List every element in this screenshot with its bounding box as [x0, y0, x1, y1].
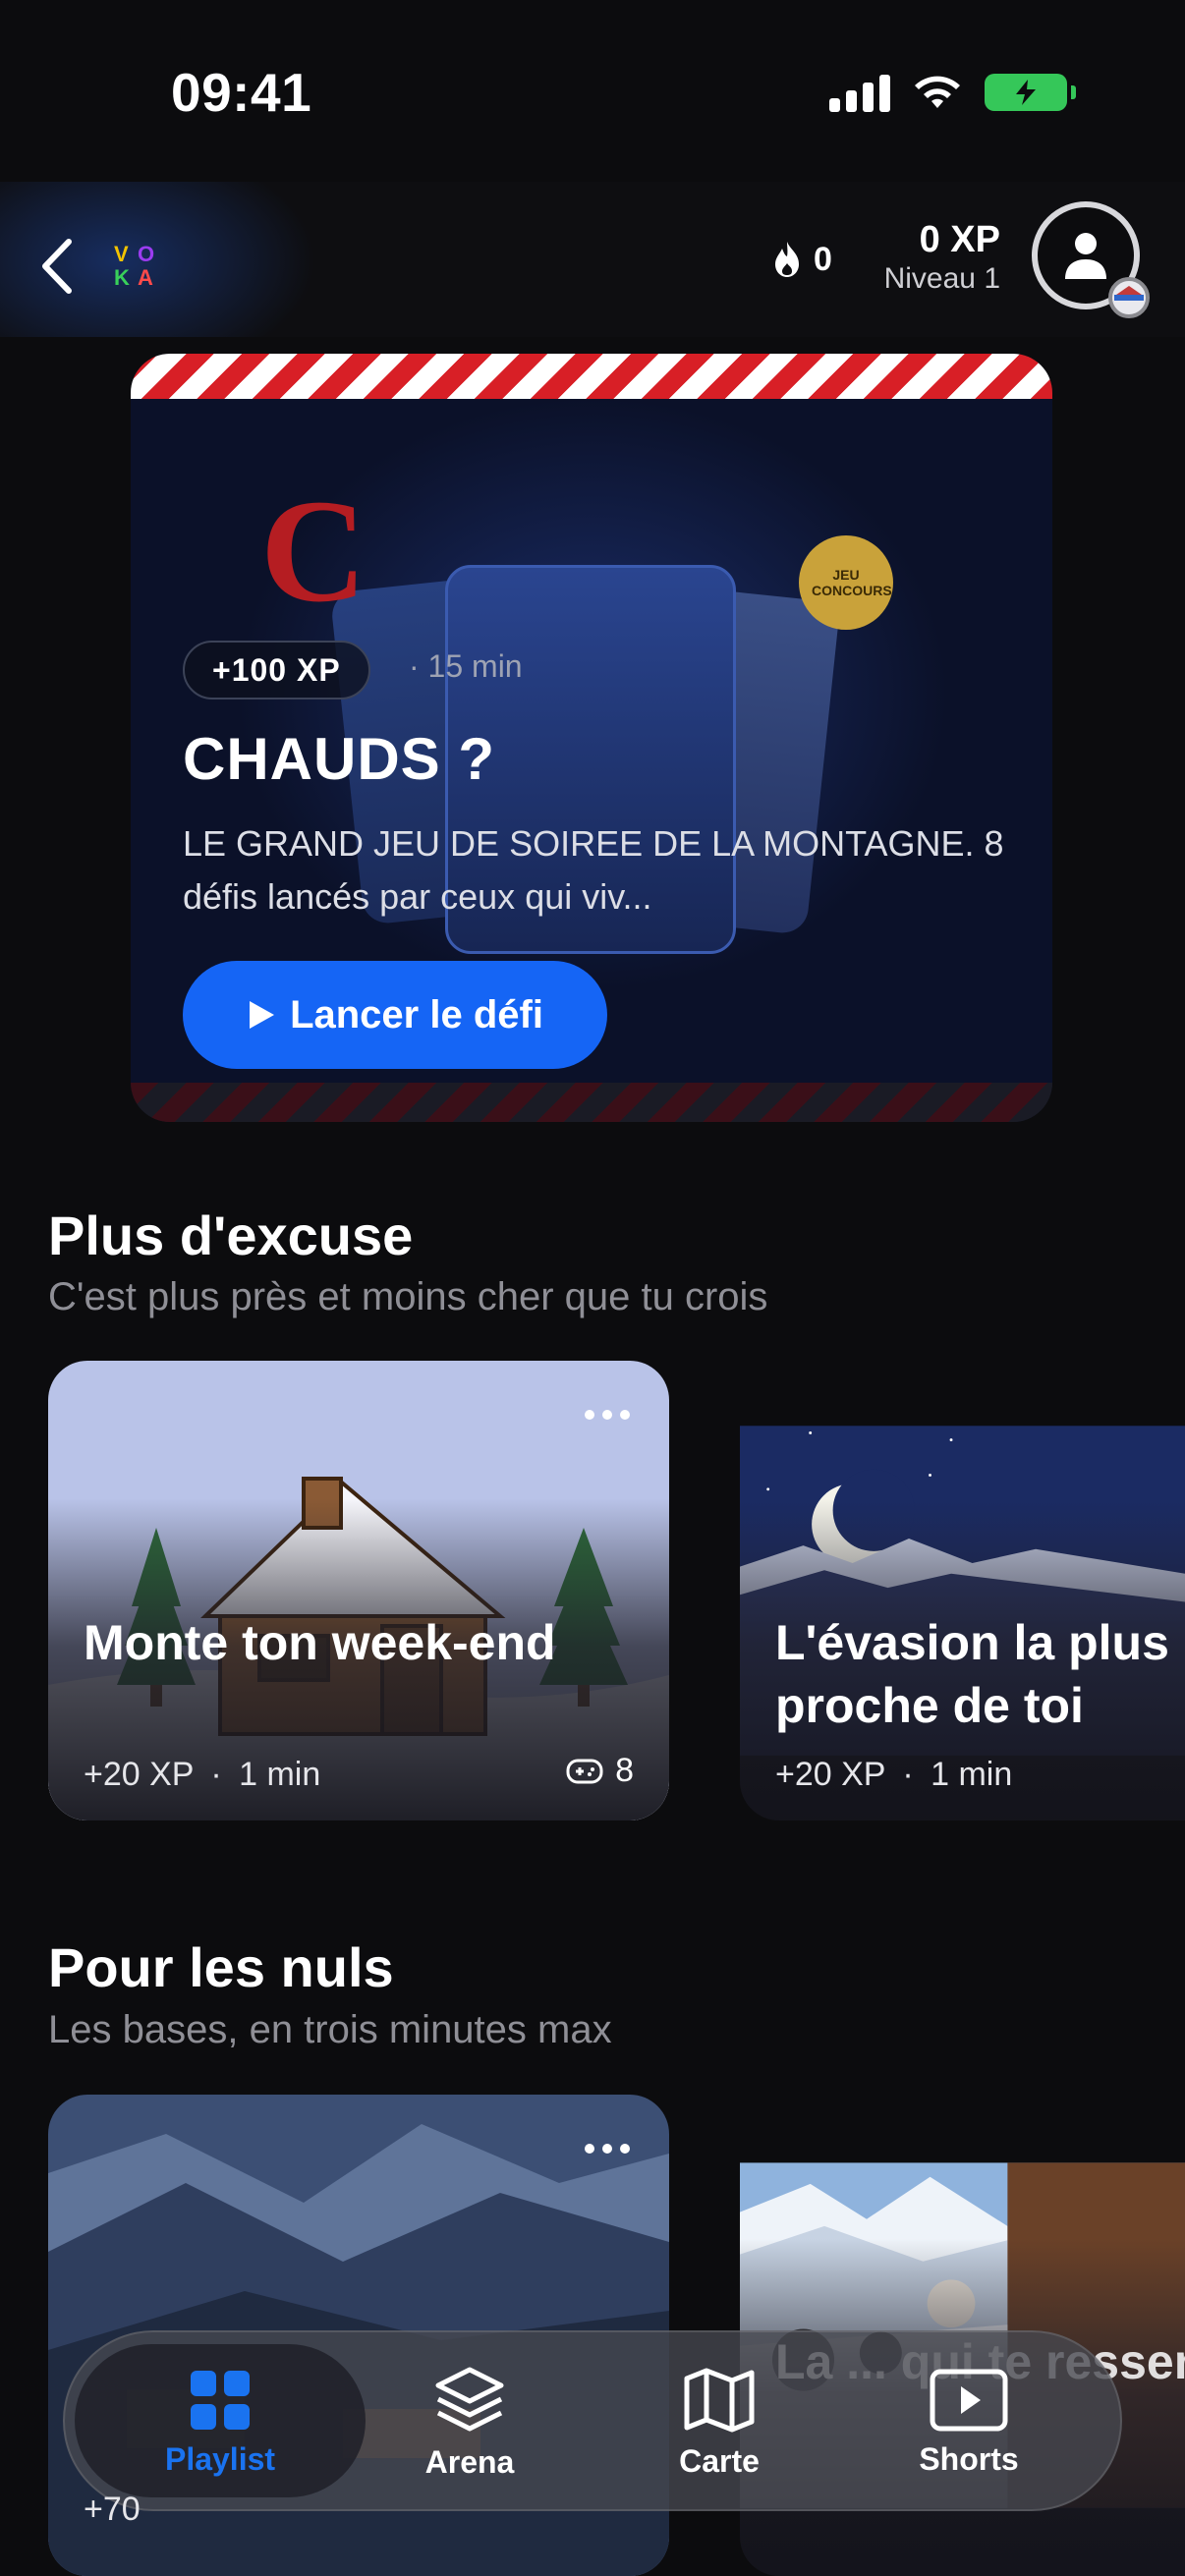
- tile-meta: +20 XP · 1 min: [775, 1756, 1013, 1793]
- section-title: Pour les nuls: [48, 1936, 394, 1998]
- flame-icon: [775, 242, 799, 277]
- tab-label: Arena: [424, 2443, 515, 2480]
- duration-label: · 15 min: [409, 648, 523, 684]
- tile-title: L'évasion la plus proche de toi: [775, 1615, 1169, 1733]
- start-challenge-button[interactable]: Lancer le défi: [183, 961, 607, 1069]
- logo-letter: K: [114, 265, 130, 290]
- xp-badge: +100 XP: [183, 641, 370, 700]
- playlist-tile[interactable]: Monte ton week-end +20 XP · 1 min 8: [48, 1361, 669, 1820]
- battery-icon: [985, 74, 1076, 111]
- section-subtitle: Les bases, en trois minutes max: [48, 2008, 612, 2051]
- logo-letter: O: [138, 242, 155, 266]
- more-options-icon[interactable]: [585, 2144, 630, 2154]
- map-icon: [684, 2368, 755, 2432]
- start-challenge-label: Lancer le défi: [290, 992, 543, 1036]
- status-icons: [829, 73, 1076, 112]
- layers-icon: [435, 2367, 504, 2431]
- tile-duration: 1 min: [931, 1756, 1013, 1793]
- section-title: Plus d'excuse: [48, 1204, 414, 1266]
- bottom-navigation: Playlist Arena Carte Shorts: [63, 2330, 1122, 2511]
- tile-xp: +70: [84, 2491, 141, 2528]
- playlist-tile[interactable]: L'évasion la plus proche de toi +20 XP ·…: [740, 1361, 1185, 1820]
- gamepad-icon: [566, 1759, 603, 1783]
- level-label: Niveau 1: [883, 262, 1000, 295]
- tile-xp: +20 XP: [775, 1756, 885, 1793]
- streak-value: 0: [814, 240, 832, 278]
- streak-counter[interactable]: 0: [772, 240, 832, 279]
- tile-meta: +20 XP · 1 min: [84, 1756, 321, 1793]
- logo-letter: A: [138, 265, 153, 290]
- tile-xp: +20 XP: [84, 1756, 194, 1793]
- grid-icon: [191, 2370, 250, 2430]
- logo-letter: V: [114, 242, 129, 266]
- tile-gradient: [740, 1361, 1185, 1820]
- app-header: [0, 182, 1185, 337]
- wifi-icon: [915, 76, 960, 108]
- xp-summary[interactable]: 0 XP Niveau 1: [865, 218, 1000, 297]
- level-badge-icon: [1108, 277, 1150, 318]
- tab-label: Playlist: [164, 2440, 276, 2477]
- status-time: 09:41: [171, 62, 312, 123]
- challenge-description: LE GRAND JEU DE SOIREE DE LA MONTAGNE. 8…: [183, 823, 1004, 917]
- tab-carte[interactable]: Carte: [596, 2332, 842, 2513]
- challenge-title: CHAUDS ?: [183, 726, 495, 792]
- tab-playlist[interactable]: Playlist: [97, 2332, 343, 2513]
- back-chevron-icon[interactable]: [37, 236, 79, 297]
- play-icon: [250, 1001, 275, 1029]
- card-letter: C: [260, 470, 367, 633]
- tab-label: Carte: [679, 2442, 760, 2479]
- tab-shorts[interactable]: Shorts: [846, 2332, 1092, 2513]
- section-subtitle: C'est plus près et moins cher que tu cro…: [48, 1275, 768, 1318]
- tab-label: Shorts: [919, 2440, 1019, 2477]
- xp-value: 0 XP: [919, 219, 1000, 260]
- seal-text: JEU CONCOURS: [812, 567, 892, 598]
- app-logo: V O K A: [114, 243, 161, 290]
- more-options-icon[interactable]: [585, 1410, 630, 1420]
- contest-seal: JEU CONCOURS: [799, 535, 893, 630]
- cellular-signal-icon: [829, 73, 890, 112]
- tab-arena[interactable]: Arena: [347, 2332, 592, 2513]
- candy-stripe-top: [131, 354, 1052, 399]
- tile-count-value: 8: [615, 1752, 634, 1789]
- user-icon: [1065, 233, 1106, 279]
- tile-game-count: 8: [566, 1752, 634, 1790]
- candy-stripe-bottom: [131, 1083, 1052, 1122]
- tile-title: Monte ton week-end: [84, 1615, 556, 1670]
- featured-challenge-card[interactable]: C JEU CONCOURS +100 XP · 15 min CHAUDS ?…: [131, 354, 1052, 1122]
- play-square-icon: [930, 2369, 1008, 2431]
- tile-duration: 1 min: [239, 1756, 321, 1793]
